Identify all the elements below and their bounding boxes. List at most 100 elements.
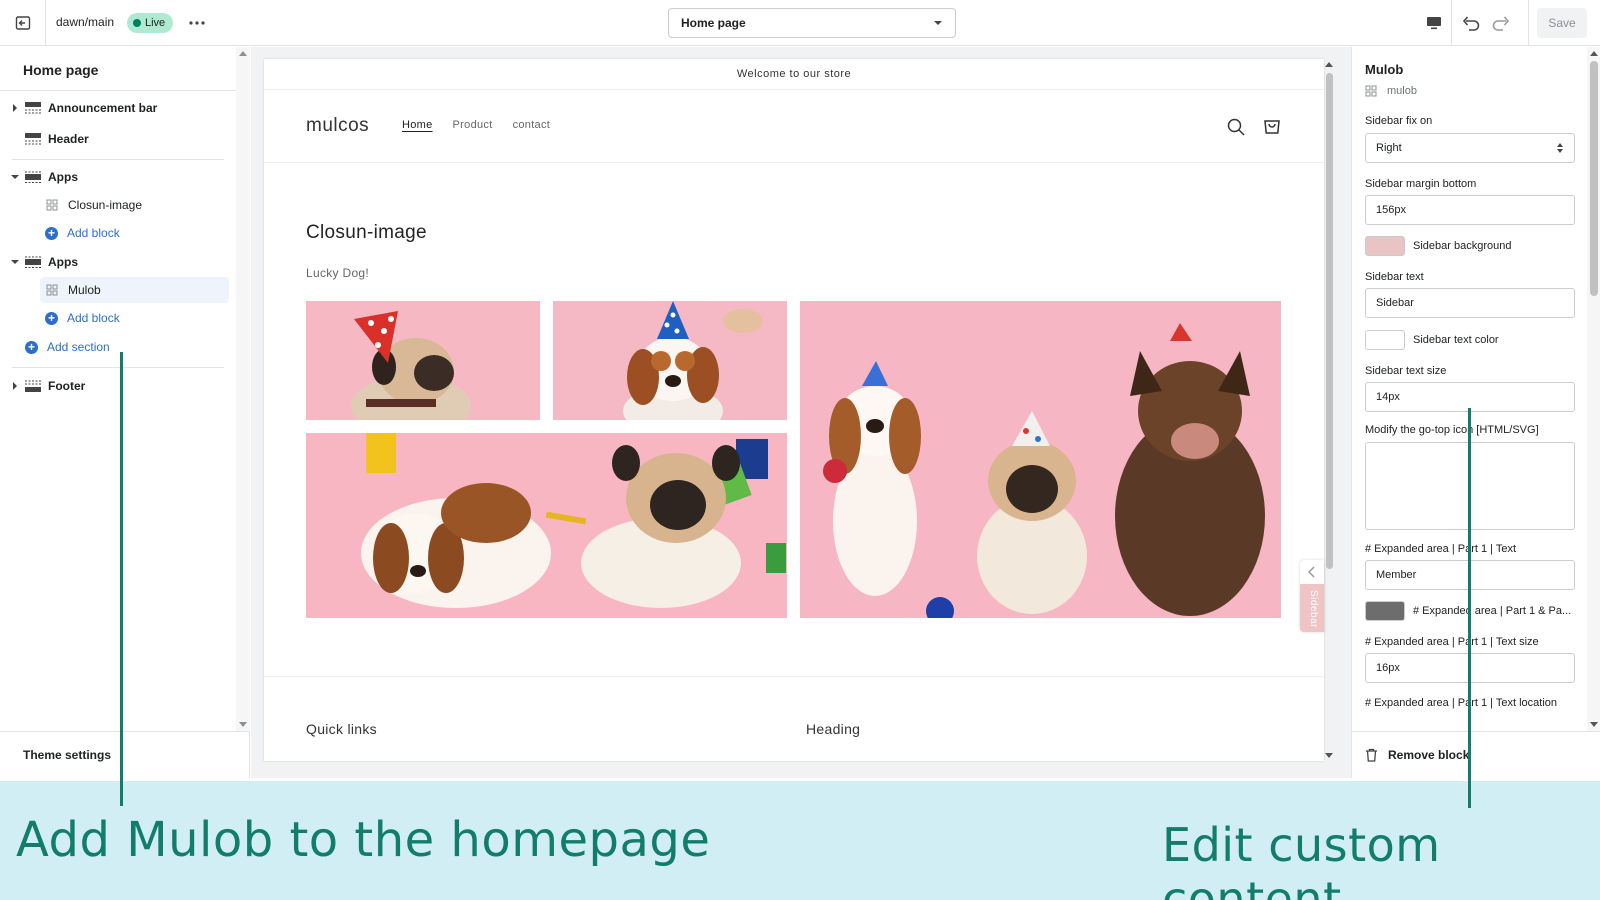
text-color-picker[interactable]: Sidebar text color [1365,330,1499,350]
block-source: mulob [1365,85,1417,97]
tree-item-announcement-bar[interactable]: Announcement bar [0,95,230,121]
expanded-color-label: # Expanded area | Part 1 & Pa... [1413,605,1572,617]
desktop-icon [1426,17,1441,30]
trash-icon [1366,748,1377,762]
add-section-label: Add section [47,340,110,354]
footer-quick-links: Quick links [306,721,377,737]
text-label: Sidebar text [1365,271,1424,283]
tree-item-label: Header [48,132,89,146]
add-section-button[interactable]: + Add section [25,334,229,360]
section-icon [25,171,41,183]
search-icon[interactable] [1226,117,1246,137]
chevron-left-icon[interactable] [1300,560,1324,584]
nav-link-product[interactable]: Product [453,119,493,131]
divider [12,367,224,368]
plus-circle-icon: + [25,340,38,354]
add-block-label: Add block [67,226,120,240]
color-swatch[interactable] [1365,601,1405,621]
scroll-up-icon[interactable] [239,51,247,56]
tree-item-label: Closun-image [68,198,143,212]
floating-sidebar-tab[interactable]: Sidebar [1300,560,1324,632]
scroll-down-icon[interactable] [1590,722,1598,727]
scroll-down-icon[interactable] [239,722,247,727]
tree-item-apps-2[interactable]: Apps [0,249,230,275]
block-icon [46,284,58,296]
nav-link-home[interactable]: Home [402,119,433,131]
gallery-image-pug[interactable] [306,301,540,420]
add-block-button[interactable]: + Add block [45,305,229,331]
margin-input[interactable]: 156px [1365,195,1575,225]
store-preview[interactable]: Welcome to our store mulcos Home Product… [264,59,1324,761]
divider [12,159,224,160]
caption-left: Add Mulob to the homepage [16,812,711,868]
bg-label: Sidebar background [1413,240,1512,252]
fix-on-select[interactable]: Right [1365,133,1575,163]
editor-topbar: dawn/main Live Home page Save [0,0,1600,46]
exit-icon [15,16,30,30]
select-arrows-icon [1557,143,1563,153]
theme-settings-button[interactable]: Theme settings [0,731,250,778]
tree-item-label: Announcement bar [48,101,158,115]
color-swatch[interactable] [1365,330,1405,350]
margin-value: 156px [1376,204,1406,216]
toolbar-divider [1528,0,1529,46]
scroll-thumb[interactable] [1326,73,1333,569]
gallery-image-spaniel[interactable] [553,301,787,420]
block-icon [46,199,58,211]
theme-name: dawn/main [56,15,115,29]
scroll-up-icon[interactable] [1590,51,1598,56]
tree-item-header[interactable]: Header [0,126,230,152]
block-title: Mulob [1365,62,1404,77]
live-badge: Live [127,13,174,33]
save-button[interactable]: Save [1537,8,1587,38]
settings-scrollbar[interactable] [1587,47,1600,731]
tree-item-label: Apps [48,170,78,184]
add-block-button[interactable]: + Add block [45,220,229,246]
expanded-location-label: # Expanded area | Part 1 | Text location [1365,697,1558,709]
caret-down-icon[interactable] [8,174,22,180]
expanded-size-label: # Expanded area | Part 1 | Text size [1365,636,1539,648]
scroll-up-icon[interactable] [1325,62,1333,67]
redo-button[interactable] [1490,12,1512,34]
section-icon [25,133,41,145]
page-select[interactable]: Home page [668,8,956,38]
sidebar-scrollbar[interactable] [236,47,250,731]
tree-item-closun-image[interactable]: Closun-image [46,192,230,218]
sections-sidebar: Home page Announcement bar Header Apps C… [0,47,250,778]
tree-item-mulob[interactable]: Mulob [40,277,229,303]
sidebar-text-input[interactable]: Sidebar [1365,288,1575,318]
caption-right: Edit custom content [1162,818,1441,900]
more-actions-button[interactable] [186,12,208,34]
text-size-value: 14px [1376,391,1400,403]
nav-link-contact[interactable]: contact [513,119,551,131]
block-icon [1365,85,1377,97]
scroll-down-icon[interactable] [1325,753,1333,758]
scroll-thumb[interactable] [1590,61,1598,296]
block-settings-panel: Mulob mulob Sidebar fix on Right Sidebar… [1351,47,1600,778]
fix-on-value: Right [1376,142,1402,154]
exit-button[interactable] [0,0,46,46]
store-logo[interactable]: mulcos [306,115,369,137]
text-size-label: Sidebar text size [1365,365,1447,377]
caret-right-icon[interactable] [8,382,22,390]
device-preview-button[interactable] [1416,0,1452,46]
background-color-picker[interactable]: Sidebar background [1365,236,1511,256]
undo-button[interactable] [1460,12,1482,34]
cart-icon[interactable] [1262,116,1282,136]
gallery-image-three-dogs[interactable] [800,301,1281,618]
section-title: Closun-image [306,222,427,243]
tree-item-footer[interactable]: Footer [0,373,230,399]
gallery-image-two-dogs[interactable] [306,433,787,618]
color-swatch[interactable] [1365,236,1405,256]
footer-heading: Heading [806,721,861,737]
plus-circle-icon: + [45,226,58,240]
remove-block-button[interactable]: Remove block [1352,731,1600,778]
expanded-text-label: # Expanded area | Part 1 | Text [1365,543,1517,555]
preview-scrollbar[interactable] [1322,59,1336,761]
caret-right-icon[interactable] [8,104,22,112]
caret-down-icon[interactable] [8,259,22,265]
divider [264,162,1324,163]
pointer-line-left [120,352,123,806]
tree-item-apps-1[interactable]: Apps [0,164,230,190]
margin-label: Sidebar margin bottom [1365,178,1477,190]
